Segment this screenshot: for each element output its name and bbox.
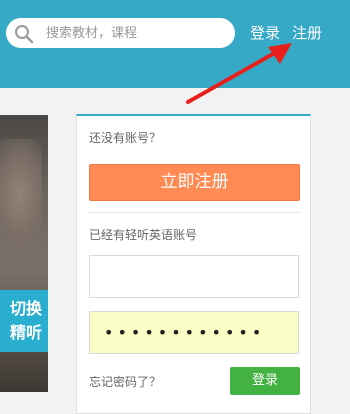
forgot-password-link[interactable]: 忘记密码了？	[89, 373, 161, 390]
have-account-text: 已经有轻听英语账号	[89, 228, 198, 242]
top-header: 登录 注册	[0, 0, 350, 88]
search-input[interactable]	[46, 18, 226, 48]
login-link[interactable]: 登录	[250, 22, 280, 43]
banner-caption-line2: 精听	[9, 323, 42, 342]
search-box[interactable]	[6, 18, 235, 48]
login-button[interactable]: 登录	[230, 367, 300, 395]
username-field[interactable]	[89, 255, 299, 298]
no-account-text: 还没有账号？	[89, 131, 162, 145]
banner-photo	[0, 139, 42, 259]
divider	[89, 212, 300, 213]
register-link[interactable]: 注册	[292, 22, 322, 43]
login-panel: 还没有账号？ 立即注册 已经有轻听英语账号 忘记密码了？ 登录	[76, 114, 311, 414]
banner-caption-line1: 切换	[9, 299, 42, 318]
banner-caption[interactable]: 切换 精听	[0, 290, 48, 352]
search-icon[interactable]	[14, 24, 34, 44]
password-field[interactable]	[89, 311, 299, 354]
register-now-button[interactable]: 立即注册	[89, 164, 300, 201]
